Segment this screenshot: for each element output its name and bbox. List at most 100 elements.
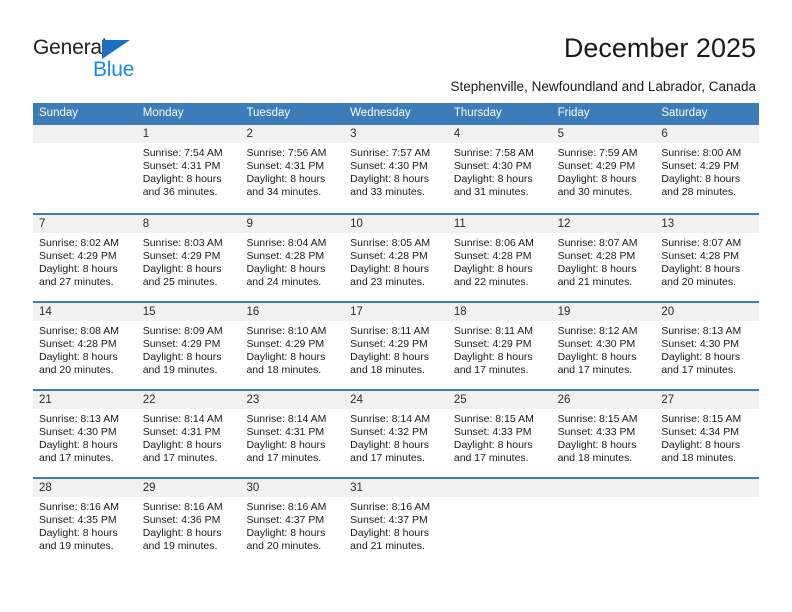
weekday-header-friday: Friday — [557, 107, 590, 119]
daylight-text-line2: and 17 minutes. — [453, 452, 529, 465]
calendar-day-cell[interactable]: 21 Sunrise: 8:13 AM Sunset: 4:30 PM Dayl… — [33, 391, 137, 477]
calendar-day-cell[interactable]: 15 Sunrise: 8:09 AM Sunset: 4:29 PM Dayl… — [136, 303, 241, 389]
calendar-day-cell[interactable]: 30 Sunrise: 8:16 AM Sunset: 4:37 PM Dayl… — [240, 479, 345, 565]
sunset-text: Sunset: 4:30 PM — [350, 160, 428, 173]
calendar-week-row: 7 Sunrise: 8:02 AM Sunset: 4:29 PM Dayli… — [33, 213, 760, 301]
calendar-day-cell[interactable]: 24 Sunrise: 8:14 AM Sunset: 4:32 PM Dayl… — [344, 391, 448, 477]
day-details: Sunrise: 7:54 AM Sunset: 4:31 PM Dayligh… — [137, 143, 241, 199]
sunset-text: Sunset: 4:28 PM — [39, 338, 117, 351]
day-details: Sunrise: 8:08 AM Sunset: 4:28 PM Dayligh… — [33, 321, 137, 377]
calendar-day-cell[interactable]: 14 Sunrise: 8:08 AM Sunset: 4:28 PM Dayl… — [33, 303, 137, 389]
weekday-header-wednesday: Wednesday — [350, 107, 411, 119]
calendar-day-cell[interactable]: 7 Sunrise: 8:02 AM Sunset: 4:29 PM Dayli… — [33, 215, 137, 301]
calendar-day-cell[interactable]: 29 Sunrise: 8:16 AM Sunset: 4:36 PM Dayl… — [136, 479, 241, 565]
sunset-text: Sunset: 4:32 PM — [350, 426, 428, 439]
day-details: Sunrise: 8:14 AM Sunset: 4:31 PM Dayligh… — [240, 409, 344, 465]
sunset-text: Sunset: 4:29 PM — [39, 250, 117, 263]
calendar-day-cell[interactable]: 10 Sunrise: 8:05 AM Sunset: 4:28 PM Dayl… — [344, 215, 448, 301]
calendar-day-cell[interactable]: 16 Sunrise: 8:10 AM Sunset: 4:29 PM Dayl… — [240, 303, 345, 389]
logo-triangle-icon — [102, 40, 130, 59]
daylight-text-line2: and 27 minutes. — [39, 276, 114, 289]
day-details: Sunrise: 8:14 AM Sunset: 4:32 PM Dayligh… — [344, 409, 448, 465]
page-header: General Blue December 2025 Stephenville,… — [0, 0, 792, 103]
sunrise-text: Sunrise: 8:15 AM — [557, 413, 638, 425]
day-details: Sunrise: 8:16 AM Sunset: 4:37 PM Dayligh… — [344, 497, 448, 553]
daylight-text-line1: Daylight: 8 hours — [350, 351, 429, 364]
day-number: 14 — [33, 303, 137, 321]
sunset-text: Sunset: 4:29 PM — [350, 338, 428, 351]
calendar-day-cell[interactable]: 3 Sunrise: 7:57 AM Sunset: 4:30 PM Dayli… — [344, 125, 448, 213]
calendar-week-row: 1 Sunrise: 7:54 AM Sunset: 4:31 PM Dayli… — [33, 125, 760, 213]
calendar-day-cell[interactable]: 2 Sunrise: 7:56 AM Sunset: 4:31 PM Dayli… — [240, 125, 345, 213]
calendar-day-cell[interactable]: 13 Sunrise: 8:07 AM Sunset: 4:28 PM Dayl… — [655, 215, 760, 301]
sunrise-text: Sunrise: 8:15 AM — [661, 413, 742, 425]
weekday-header-row: Sunday Monday Tuesday Wednesday Thursday… — [33, 103, 759, 125]
sunrise-text: Sunrise: 7:56 AM — [246, 147, 327, 159]
day-details: Sunrise: 8:14 AM Sunset: 4:31 PM Dayligh… — [137, 409, 241, 465]
calendar-day-cell — [551, 479, 656, 565]
day-number — [447, 479, 552, 497]
calendar-day-cell[interactable]: 12 Sunrise: 8:07 AM Sunset: 4:28 PM Dayl… — [551, 215, 656, 301]
day-number: 20 — [655, 303, 760, 321]
calendar-day-cell[interactable]: 19 Sunrise: 8:12 AM Sunset: 4:30 PM Dayl… — [551, 303, 656, 389]
daylight-text-line1: Daylight: 8 hours — [453, 263, 533, 276]
day-details — [33, 143, 137, 147]
generalblue-logo[interactable]: General Blue — [33, 36, 153, 84]
calendar-day-cell[interactable]: 28 Sunrise: 8:16 AM Sunset: 4:35 PM Dayl… — [33, 479, 137, 565]
calendar-day-cell[interactable]: 11 Sunrise: 8:06 AM Sunset: 4:28 PM Dayl… — [447, 215, 552, 301]
day-number: 27 — [655, 391, 760, 409]
calendar-day-cell[interactable]: 22 Sunrise: 8:14 AM Sunset: 4:31 PM Dayl… — [136, 391, 241, 477]
calendar-day-cell[interactable]: 23 Sunrise: 8:14 AM Sunset: 4:31 PM Dayl… — [240, 391, 345, 477]
day-number: 6 — [655, 125, 760, 143]
day-details: Sunrise: 8:10 AM Sunset: 4:29 PM Dayligh… — [240, 321, 344, 377]
sunrise-text: Sunrise: 8:06 AM — [453, 237, 534, 249]
day-number: 25 — [447, 391, 552, 409]
daylight-text-line1: Daylight: 8 hours — [557, 263, 637, 276]
daylight-text-line2: and 22 minutes. — [453, 276, 529, 289]
daylight-text-line2: and 23 minutes. — [350, 276, 425, 289]
calendar-day-cell[interactable]: 4 Sunrise: 7:58 AM Sunset: 4:30 PM Dayli… — [447, 125, 552, 213]
day-number: 13 — [655, 215, 760, 233]
daylight-text-line1: Daylight: 8 hours — [246, 351, 326, 364]
sunrise-text: Sunrise: 8:02 AM — [39, 237, 119, 249]
calendar-day-cell[interactable]: 5 Sunrise: 7:59 AM Sunset: 4:29 PM Dayli… — [551, 125, 656, 213]
daylight-text-line1: Daylight: 8 hours — [350, 439, 429, 452]
day-number: 5 — [551, 125, 656, 143]
day-details: Sunrise: 7:56 AM Sunset: 4:31 PM Dayligh… — [240, 143, 344, 199]
calendar-day-cell[interactable]: 20 Sunrise: 8:13 AM Sunset: 4:30 PM Dayl… — [655, 303, 760, 389]
daylight-text-line2: and 17 minutes. — [453, 364, 529, 377]
sunset-text: Sunset: 4:37 PM — [246, 514, 325, 527]
day-details: Sunrise: 8:02 AM Sunset: 4:29 PM Dayligh… — [33, 233, 137, 289]
sunset-text: Sunset: 4:28 PM — [246, 250, 325, 263]
calendar-week-row: 28 Sunrise: 8:16 AM Sunset: 4:35 PM Dayl… — [33, 477, 760, 565]
calendar-day-cell[interactable]: 26 Sunrise: 8:15 AM Sunset: 4:33 PM Dayl… — [551, 391, 656, 477]
calendar-day-cell[interactable]: 9 Sunrise: 8:04 AM Sunset: 4:28 PM Dayli… — [240, 215, 345, 301]
sunset-text: Sunset: 4:29 PM — [142, 338, 221, 351]
day-details: Sunrise: 7:58 AM Sunset: 4:30 PM Dayligh… — [448, 143, 552, 199]
calendar-day-cell[interactable]: 17 Sunrise: 8:11 AM Sunset: 4:29 PM Dayl… — [344, 303, 448, 389]
calendar-day-cell[interactable]: 25 Sunrise: 8:15 AM Sunset: 4:33 PM Dayl… — [447, 391, 552, 477]
calendar-day-cell[interactable]: 18 Sunrise: 8:11 AM Sunset: 4:29 PM Dayl… — [447, 303, 552, 389]
day-details: Sunrise: 8:11 AM Sunset: 4:29 PM Dayligh… — [448, 321, 552, 377]
sunrise-text: Sunrise: 8:07 AM — [661, 237, 742, 249]
daylight-text-line2: and 18 minutes. — [661, 452, 737, 465]
logo-text-general: General — [33, 36, 107, 59]
daylight-text-line2: and 18 minutes. — [246, 364, 322, 377]
calendar-day-cell[interactable]: 8 Sunrise: 8:03 AM Sunset: 4:29 PM Dayli… — [136, 215, 241, 301]
daylight-text-line2: and 34 minutes. — [246, 186, 322, 199]
calendar-day-cell — [447, 479, 552, 565]
sunrise-text: Sunrise: 7:58 AM — [453, 147, 534, 159]
sunrise-text: Sunrise: 8:16 AM — [39, 501, 119, 513]
sunrise-text: Sunrise: 8:05 AM — [350, 237, 431, 249]
calendar-day-cell[interactable]: 27 Sunrise: 8:15 AM Sunset: 4:34 PM Dayl… — [655, 391, 760, 477]
calendar-day-cell[interactable]: 6 Sunrise: 8:00 AM Sunset: 4:29 PM Dayli… — [655, 125, 760, 213]
daylight-text-line1: Daylight: 8 hours — [39, 263, 118, 276]
calendar-day-cell[interactable]: 1 Sunrise: 7:54 AM Sunset: 4:31 PM Dayli… — [136, 125, 241, 213]
daylight-text-line2: and 18 minutes. — [350, 364, 425, 377]
daylight-text-line2: and 24 minutes. — [246, 276, 322, 289]
daylight-text-line1: Daylight: 8 hours — [557, 351, 637, 364]
sunset-text: Sunset: 4:31 PM — [142, 426, 221, 439]
day-details: Sunrise: 8:16 AM Sunset: 4:36 PM Dayligh… — [137, 497, 241, 553]
day-details: Sunrise: 8:15 AM Sunset: 4:34 PM Dayligh… — [655, 409, 759, 465]
calendar-day-cell[interactable]: 31 Sunrise: 8:16 AM Sunset: 4:37 PM Dayl… — [344, 479, 448, 565]
